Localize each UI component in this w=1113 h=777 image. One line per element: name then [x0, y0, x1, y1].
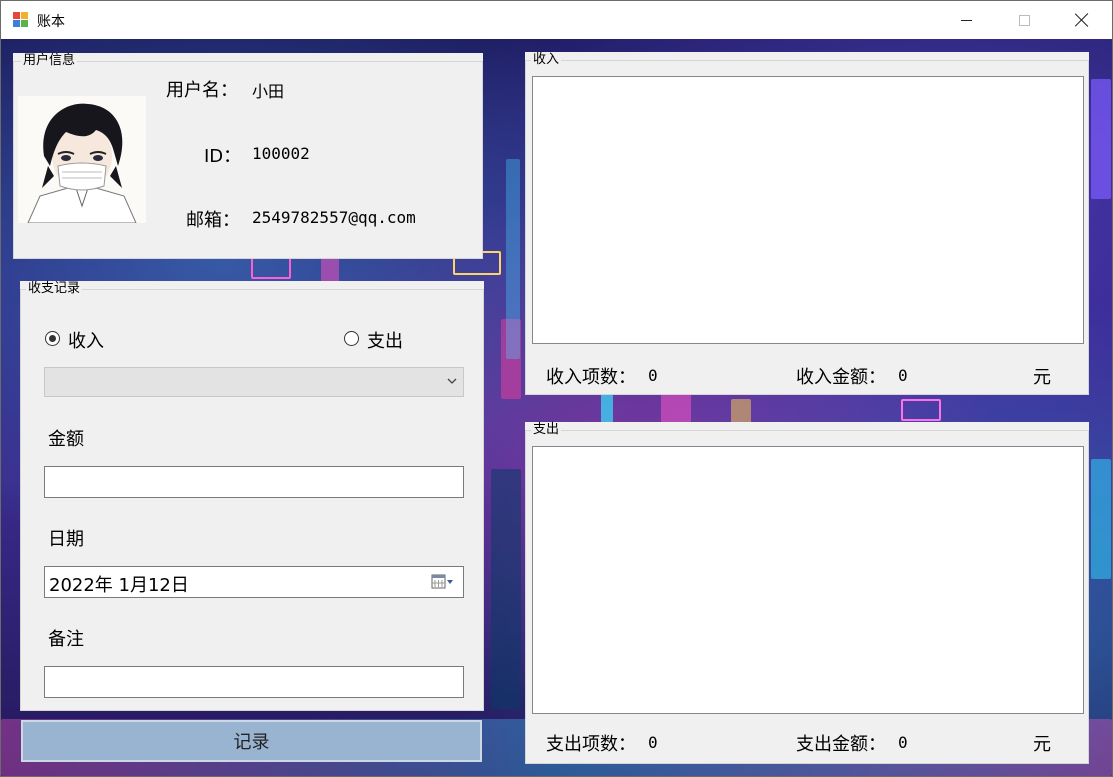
expense-amount-label: 支出金额： — [796, 734, 886, 755]
username-value: 小田 — [252, 82, 285, 101]
expense-radio-button[interactable] — [344, 331, 359, 346]
income-radio-button[interactable] — [45, 331, 60, 346]
maximize-icon — [1018, 14, 1030, 26]
category-dropdown[interactable] — [44, 367, 464, 397]
income-list[interactable] — [532, 76, 1084, 344]
amount-label: 金额 — [48, 429, 84, 450]
email-label: 邮箱： — [186, 210, 240, 231]
record-button[interactable]: 记录 — [21, 720, 482, 762]
date-value: 2022年 1月12日 — [49, 575, 189, 596]
date-picker[interactable]: 2022年 1月12日 — [44, 566, 464, 598]
avatar — [18, 96, 146, 223]
email-value: 2549782557@qq.com — [252, 208, 416, 227]
income-unit: 元 — [1033, 367, 1051, 388]
expense-count-label: 支出项数： — [546, 734, 636, 755]
note-input[interactable] — [44, 666, 464, 698]
username-label: 用户名： — [166, 80, 238, 101]
expense-unit: 元 — [1033, 734, 1051, 755]
avatar-illustration — [18, 96, 146, 223]
window-title: 账本 — [37, 14, 65, 30]
chevron-down-icon — [447, 378, 457, 384]
app-window: 账本 用户信息 用户名： 小田 ID： 100002 邮箱： 254978255… — [0, 0, 1113, 777]
calendar-icon[interactable] — [431, 574, 455, 590]
group-legend: 收入 — [531, 52, 562, 68]
group-legend: 收支记录 — [26, 281, 83, 297]
date-label: 日期 — [48, 529, 84, 550]
id-label: ID： — [204, 146, 242, 167]
minimize-button[interactable] — [937, 1, 995, 39]
close-icon — [1075, 13, 1089, 27]
expense-amount-value: 0 — [898, 733, 908, 752]
income-amount-label: 收入金额： — [796, 367, 886, 388]
amount-input[interactable] — [44, 466, 464, 498]
note-label: 备注 — [48, 629, 84, 650]
income-radio-label[interactable]: 收入 — [68, 327, 104, 353]
title-bar[interactable]: 账本 — [1, 1, 1112, 39]
close-button[interactable] — [1053, 1, 1111, 39]
income-count-value: 0 — [648, 366, 658, 385]
expense-list[interactable] — [532, 446, 1084, 714]
id-value: 100002 — [252, 144, 310, 163]
minimize-icon — [960, 19, 972, 21]
expense-radio-label[interactable]: 支出 — [367, 327, 403, 353]
group-legend: 支出 — [531, 422, 562, 438]
maximize-button[interactable] — [995, 1, 1053, 39]
app-icon — [13, 12, 29, 28]
group-legend: 用户信息 — [21, 53, 78, 69]
income-amount-value: 0 — [898, 366, 908, 385]
expense-count-value: 0 — [648, 733, 658, 752]
income-count-label: 收入项数： — [546, 367, 636, 388]
